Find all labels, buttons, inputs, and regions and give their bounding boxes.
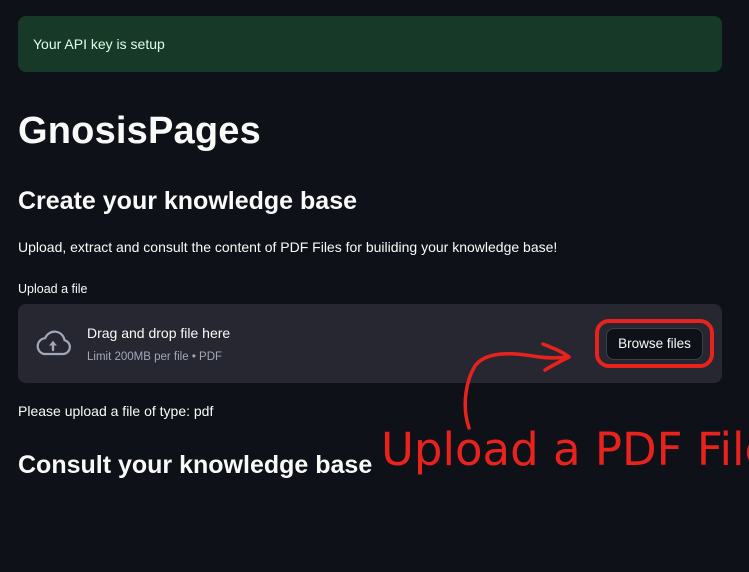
upload-status-message: Please upload a file of type: pdf bbox=[18, 403, 214, 419]
app-title: GnosisPages bbox=[18, 110, 261, 152]
file-uploader-label: Upload a file bbox=[18, 282, 88, 296]
file-dropzone[interactable]: Drag and drop file here Limit 200MB per … bbox=[18, 304, 722, 383]
app-page: Your API key is setup GnosisPages Create… bbox=[0, 0, 749, 572]
annotation-arrow bbox=[463, 342, 571, 430]
browse-button-highlight: Browse files bbox=[595, 319, 714, 368]
browse-files-button[interactable]: Browse files bbox=[606, 327, 703, 360]
dropzone-instructions: Drag and drop file here bbox=[87, 325, 231, 341]
consult-section-heading: Consult your knowledge base bbox=[18, 451, 373, 479]
cloud-upload-icon bbox=[36, 330, 71, 356]
dropzone-file-limits: Limit 200MB per file • PDF bbox=[87, 351, 223, 363]
success-alert: Your API key is setup bbox=[18, 16, 722, 72]
annotation-label: Upload a PDF File bbox=[381, 423, 749, 476]
create-section-heading: Create your knowledge base bbox=[18, 187, 358, 215]
create-section-description: Upload, extract and consult the content … bbox=[18, 239, 558, 255]
alert-message: Your API key is setup bbox=[33, 36, 165, 52]
